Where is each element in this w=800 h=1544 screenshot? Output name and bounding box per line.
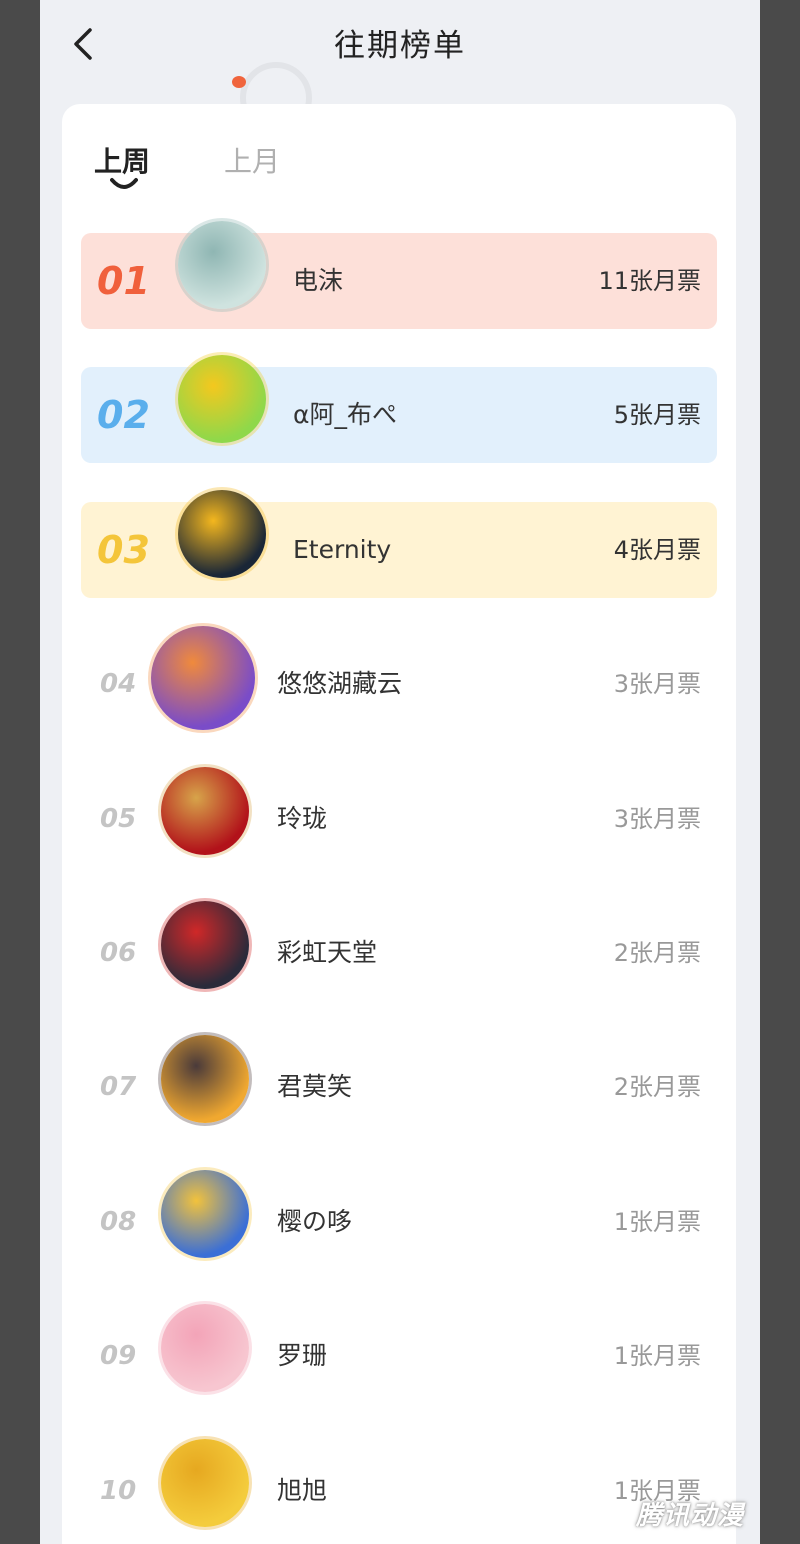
rank-number: 02 (97, 393, 150, 437)
header: 往期榜单 (40, 0, 760, 86)
rank-number: 09 (100, 1341, 137, 1371)
ranking-row[interactable]: 06 彩虹天堂 2张月票 (81, 901, 717, 1001)
avatar[interactable] (161, 1170, 249, 1258)
user-name: 悠悠湖藏云 (277, 669, 403, 698)
ranking-card: 上周 上月 01 电沫 11张月票 02 α阿_布ぺ 5张月票 03 Eternity 4张月票… (62, 104, 736, 1544)
vote-count: 1张月票 (613, 1208, 701, 1236)
vote-count: 2张月票 (613, 939, 701, 967)
ranking-row[interactable]: 10 旭旭 1张月票 (81, 1439, 717, 1539)
tab-last-week[interactable]: 上周 (94, 140, 150, 180)
rank-number: 04 (100, 669, 137, 699)
ranking-row[interactable]: 04 悠悠湖藏云 3张月票 (81, 626, 717, 732)
rank-number: 07 (100, 1072, 137, 1102)
user-name: α阿_布ぺ (293, 400, 397, 429)
avatar[interactable] (161, 1439, 249, 1527)
vote-count: 3张月票 (613, 670, 701, 698)
avatar[interactable] (178, 221, 266, 309)
avatar[interactable] (151, 626, 255, 730)
user-name: 电沫 (293, 266, 344, 295)
ranking-row[interactable]: 08 樱の哆 1张月票 (81, 1170, 717, 1270)
user-name: 彩虹天堂 (277, 938, 378, 967)
ranking-row[interactable]: 09 罗珊 1张月票 (81, 1304, 717, 1404)
watermark-logo: 腾讯动漫 (635, 1501, 744, 1531)
page-title: 往期榜单 (334, 28, 466, 64)
ranking-row[interactable]: 05 玲珑 3张月票 (81, 767, 717, 867)
ranking-row[interactable]: 01 电沫 11张月票 (81, 221, 717, 329)
avatar[interactable] (178, 490, 266, 578)
ranking-row[interactable]: 07 君莫笑 2张月票 (81, 1035, 717, 1135)
avatar[interactable] (161, 1035, 249, 1123)
avatar[interactable] (161, 1304, 249, 1392)
app-screen: 往期榜单 上周 上月 01 电沫 11张月票 02 α阿_布ぺ 5张月票 03 Eternit… (40, 0, 760, 1544)
tab-active-indicator (110, 178, 138, 189)
avatar[interactable] (178, 355, 266, 443)
rank-number: 03 (97, 528, 150, 572)
rank-number: 10 (100, 1476, 137, 1506)
vote-count: 2张月票 (613, 1073, 701, 1101)
tab-last-month[interactable]: 上月 (224, 140, 280, 180)
avatar[interactable] (161, 901, 249, 989)
user-name: Eternity (293, 535, 392, 564)
vote-count: 11张月票 (598, 267, 701, 295)
ranking-row[interactable]: 02 α阿_布ぺ 5张月票 (81, 355, 717, 463)
vote-count: 5张月票 (613, 401, 701, 429)
user-name: 樱の哆 (277, 1207, 353, 1236)
vote-count: 4张月票 (613, 536, 701, 564)
rank-number: 08 (100, 1207, 137, 1237)
ranking-row[interactable]: 03 Eternity 4张月票 (81, 490, 717, 598)
user-name: 君莫笑 (277, 1072, 353, 1101)
rank-number: 01 (97, 259, 150, 303)
avatar[interactable] (161, 767, 249, 855)
user-name: 罗珊 (277, 1341, 328, 1370)
vote-count: 1张月票 (613, 1342, 701, 1370)
vote-count: 3张月票 (613, 805, 701, 833)
rank-number: 06 (100, 938, 137, 968)
user-name: 玲珑 (277, 804, 328, 833)
rank-number: 05 (100, 804, 137, 834)
user-name: 旭旭 (277, 1476, 328, 1505)
